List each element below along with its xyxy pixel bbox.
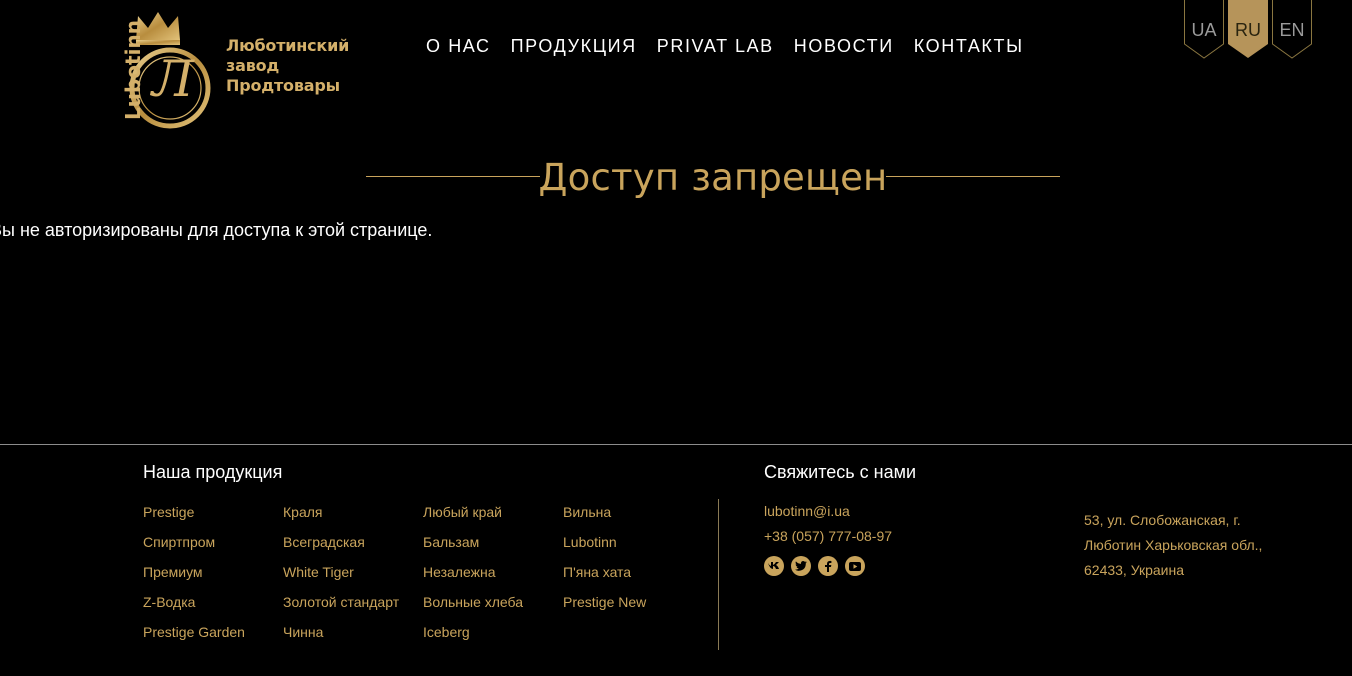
product-link[interactable]: Prestige New [563,594,646,610]
vk-icon[interactable] [764,556,784,576]
phone-link[interactable]: +38 (057) 777-08-97 [764,528,892,544]
product-link[interactable]: Z-Водка [143,594,195,610]
twitter-icon[interactable] [791,556,811,576]
product-link[interactable]: Iceberg [423,624,470,640]
nav-item-contacts[interactable]: КОНТАКТЫ [914,36,1024,57]
address: 53, ул. Слобожанская, г. Люботин Харьков… [1084,508,1284,583]
brand-name-line: завод [226,56,280,75]
access-denied-message: Вы не авторизированы для доступа к этой … [0,220,433,240]
lang-label: UA [1191,20,1217,40]
product-link[interactable]: Prestige [143,504,194,520]
email-link[interactable]: lubotinn@i.ua [764,503,850,519]
nav-item-about[interactable]: О НАС [426,36,491,57]
youtube-icon[interactable] [845,556,865,576]
product-link[interactable]: Спиртпром [143,534,215,550]
page-title-block: Доступ запрещен [366,152,1060,202]
footer-vertical-divider [718,499,719,650]
nav-item-news[interactable]: НОВОСТИ [794,36,894,57]
lang-tab-ua[interactable]: UA [1184,0,1224,59]
brand-name: Люботинский завод Продтовары [226,36,349,96]
product-link[interactable]: Вильна [563,504,611,520]
address-line: 53, ул. Слобожанская, г. [1084,512,1241,528]
product-link[interactable]: Золотой стандарт [283,594,399,610]
lang-label: RU [1235,20,1261,40]
product-link[interactable]: Премиум [143,564,203,580]
product-link[interactable]: Бальзам [423,534,479,550]
products-heading: Наша продукция [143,462,283,482]
nav-item-privat-lab[interactable]: PRIVAT LAB [657,36,774,57]
product-link[interactable]: Чинна [283,624,323,640]
social-links [764,556,865,576]
brand-name-line: Люботинский [226,36,350,55]
footer-divider [0,444,1352,445]
nav-item-products[interactable]: ПРОДУКЦИЯ [511,36,637,57]
address-line: 62433, Украина [1084,562,1185,578]
lang-tab-ru[interactable]: RU [1228,0,1268,58]
facebook-icon[interactable] [818,556,838,576]
lang-label: EN [1279,20,1305,40]
logo-vertical-text: Lubotinn [121,20,145,120]
brand-name-line: Продтовары [226,76,340,95]
address-line: Люботин Харьковская обл., [1084,537,1263,553]
product-link[interactable]: White Tiger [283,564,354,580]
product-link[interactable]: Незалежна [423,564,495,580]
page-title: Доступ запрещен [538,156,888,199]
product-link[interactable]: Всеградская [283,534,365,550]
product-link[interactable]: Любый край [423,504,502,520]
product-link[interactable]: Lubotinn [563,534,617,550]
contact-heading: Свяжитесь с нами [764,462,917,482]
product-link[interactable]: П'яна хата [563,564,631,580]
product-link[interactable]: Prestige Garden [143,624,245,640]
product-link[interactable]: Краля [283,504,322,520]
lang-tab-en[interactable]: EN [1272,0,1312,59]
main-nav: О НАС ПРОДУКЦИЯ PRIVAT LAB НОВОСТИ КОНТА… [426,36,1044,57]
logo-monogram: Л [152,50,194,108]
product-link[interactable]: Вольные хлеба [423,594,523,610]
